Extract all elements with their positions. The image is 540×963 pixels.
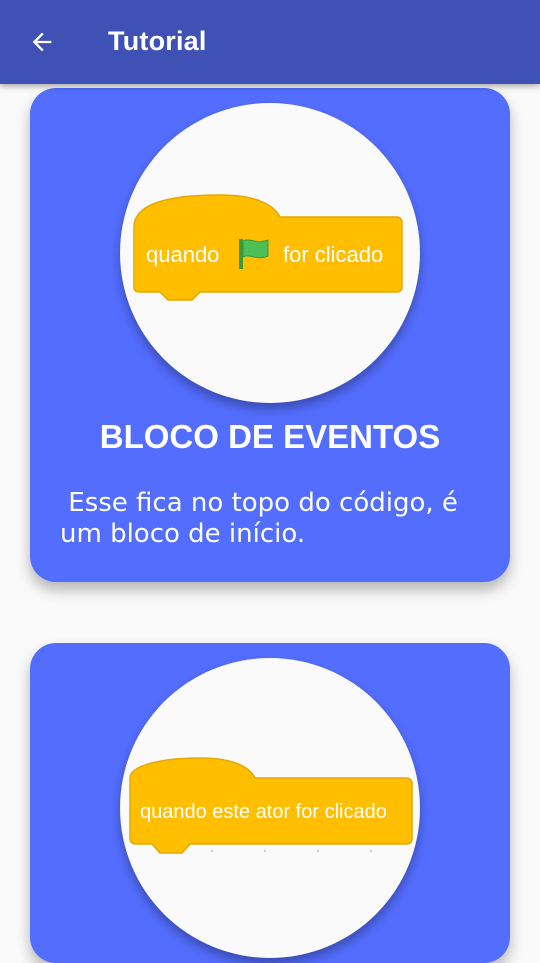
block-image-circle: quando este ator for clicado — [120, 658, 420, 958]
block-label: quando este ator for clicado — [140, 801, 387, 823]
app-bar: Tutorial — [0, 0, 540, 84]
page-title: Tutorial — [108, 26, 207, 56]
arrow-back-icon — [32, 32, 52, 52]
card-description: Esse fica no topo do código, é um bloco … — [60, 488, 467, 549]
block-image-circle: quando for clicado — [120, 103, 420, 403]
tutorial-card-events[interactable]: quando for clicado BLOCO DE EVENTOS Esse… — [30, 88, 510, 582]
card-heading: BLOCO DE EVENTOS — [99, 418, 441, 455]
block-label-after: for clicado — [283, 242, 384, 267]
back-button[interactable] — [18, 20, 66, 64]
tutorial-card-sprite-click[interactable]: quando este ator for clicado — [30, 643, 510, 963]
block-label-before: quando — [146, 242, 220, 267]
